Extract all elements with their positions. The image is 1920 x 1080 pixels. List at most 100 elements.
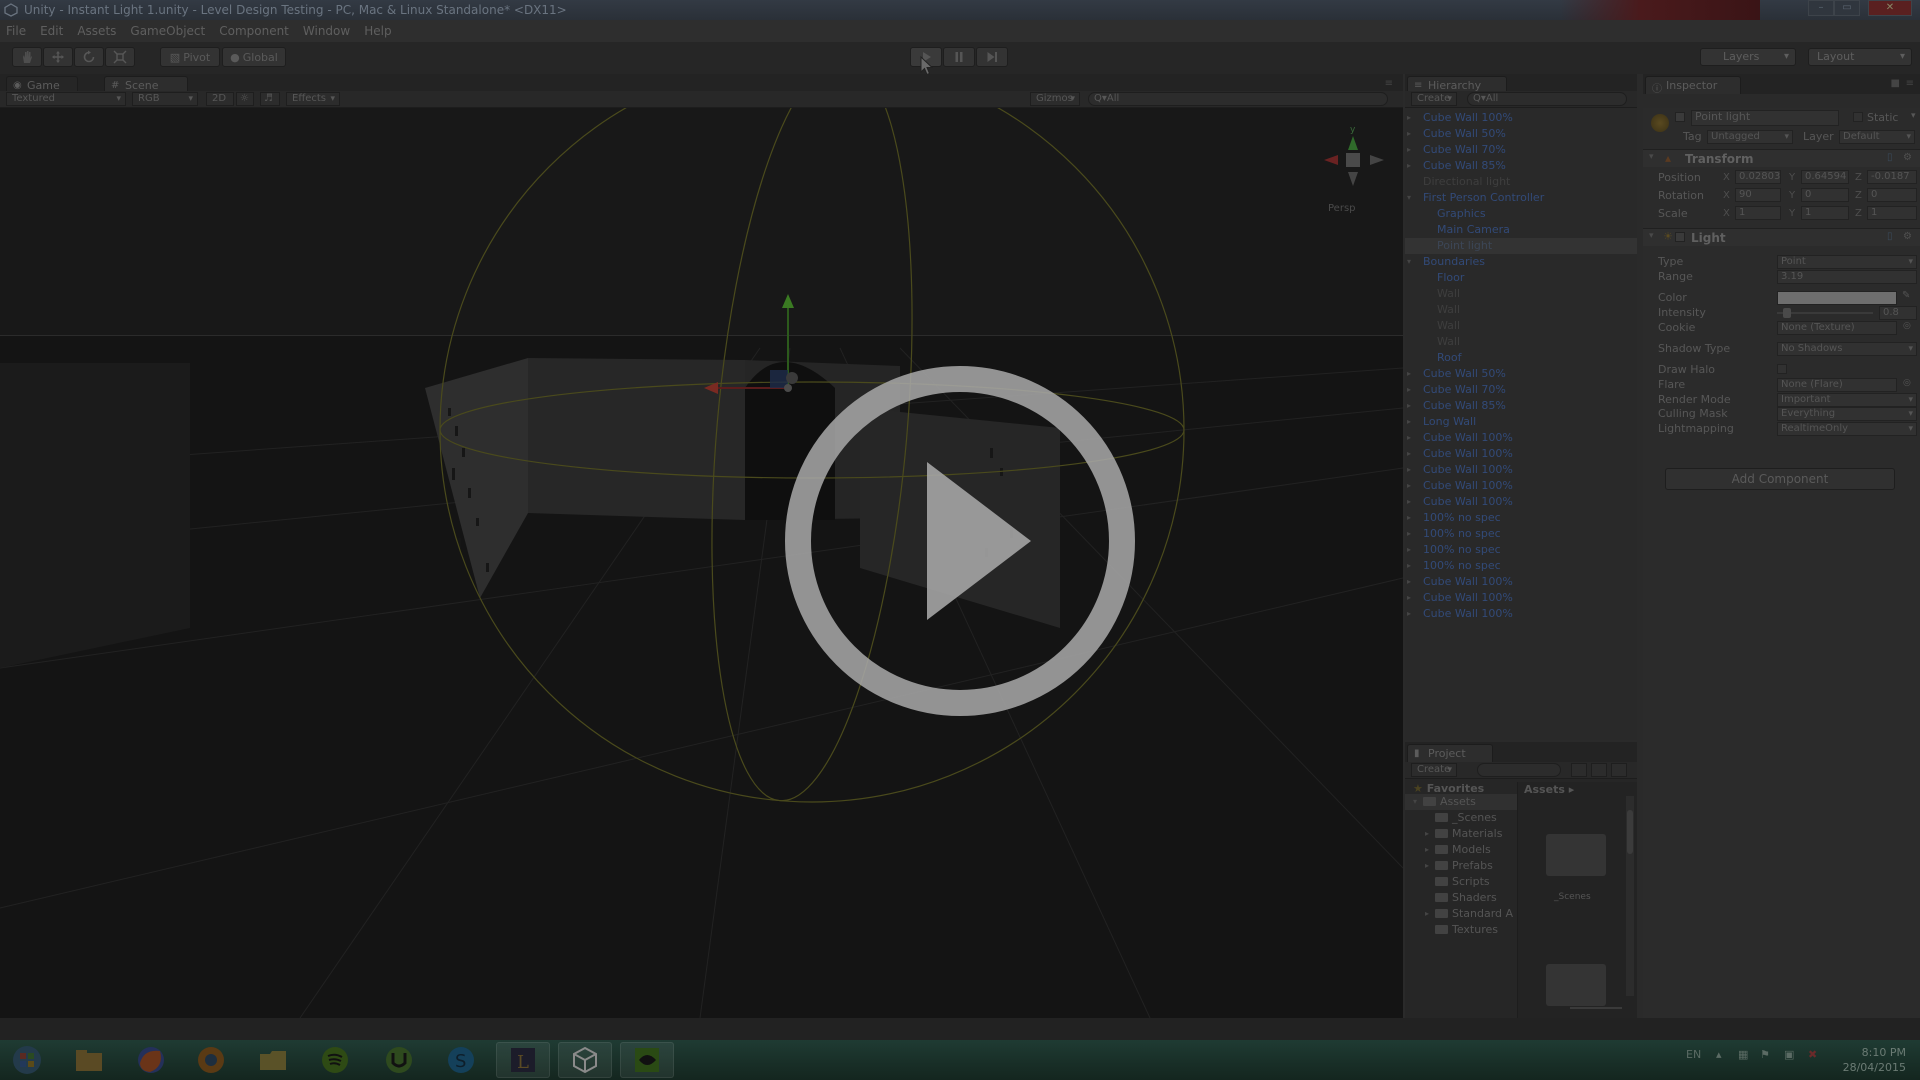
taskbar-nvidia[interactable] [620,1042,674,1078]
hierarchy-item[interactable]: ▸ Cube Wall 85% [1405,398,1637,414]
taskbar-explorer[interactable] [62,1042,116,1078]
scene-lighting-toggle[interactable]: ☼ [236,92,254,106]
hierarchy-item[interactable]: Wall [1405,286,1637,302]
start-button[interactable] [2,1042,52,1078]
hierarchy-item[interactable]: ▸ Cube Wall 100% [1405,446,1637,462]
hierarchy-create-dropdown[interactable]: Create [1411,92,1457,106]
collapsed-arrow-icon[interactable]: ▸ [1407,126,1411,142]
collapsed-arrow-icon[interactable]: ▸ [1407,382,1411,398]
hierarchy-item[interactable]: ▸ Cube Wall 100% [1405,430,1637,446]
project-create-dropdown[interactable]: Create [1411,763,1457,777]
search-by-type-button[interactable] [1571,763,1587,777]
hierarchy-item[interactable]: ▸ 100% no spec [1405,510,1637,526]
rotate-tool-button[interactable] [74,47,104,67]
hierarchy-item[interactable]: ▸ 100% no spec [1405,526,1637,542]
shading-mode-dropdown[interactable]: Textured [6,92,126,106]
layers-dropdown[interactable]: Layers [1700,48,1796,66]
taskbar-utorrent[interactable] [372,1042,426,1078]
project-folder-item[interactable]: ▸ Models [1405,842,1517,858]
collapsed-arrow-icon[interactable]: ▸ [1407,414,1411,430]
component-settings-gear-icon[interactable]: ⚙ [1903,231,1912,242]
intensity-value-field[interactable]: 0.8 [1879,306,1917,320]
eyedropper-icon[interactable]: ✎ [1902,290,1910,301]
hierarchy-item[interactable]: Point light [1405,238,1637,254]
collapsed-arrow-icon[interactable]: ▸ [1407,158,1411,174]
collapsed-arrow-icon[interactable]: ▸ [1407,606,1411,622]
folder-thumbnail[interactable] [1546,964,1606,1006]
light-render-mode-dropdown[interactable]: Important [1777,393,1917,407]
light-color-swatch[interactable] [1777,291,1897,305]
hierarchy-item[interactable]: Wall [1405,318,1637,334]
collapsed-arrow-icon[interactable]: ▸ [1407,510,1411,526]
effects-dropdown[interactable]: Effects [286,92,340,106]
project-search-input[interactable] [1477,763,1561,777]
scale-z-field[interactable]: 1 [1867,206,1917,220]
intensity-slider-thumb[interactable] [1782,308,1791,318]
taskbar-league-of-legends[interactable]: L [496,1042,550,1078]
expanded-arrow-icon[interactable]: ▾ [1413,794,1417,810]
hierarchy-item[interactable]: ▸ Cube Wall 100% [1405,574,1637,590]
maximize-button[interactable]: ▭ [1834,0,1860,16]
taskbar-spotify[interactable] [308,1042,362,1078]
light-type-dropdown[interactable]: Point [1777,255,1917,269]
collapsed-arrow-icon[interactable]: ▸ [1407,478,1411,494]
scene-audio-toggle[interactable]: ♬ [260,92,280,106]
project-folder-item[interactable]: Shaders [1405,890,1517,906]
hierarchy-item[interactable]: ▸ Cube Wall 100% [1405,478,1637,494]
layer-dropdown[interactable]: Default [1839,130,1915,144]
video-play-overlay-icon[interactable] [785,366,1135,716]
light-enabled-checkbox[interactable] [1675,232,1685,242]
hierarchy-item[interactable]: ▸ Cube Wall 100% [1405,590,1637,606]
move-tool-button[interactable] [43,47,73,67]
help-book-icon[interactable]: ▯ [1887,231,1893,242]
hierarchy-item[interactable]: ▸ Cube Wall 50% [1405,366,1637,382]
help-book-icon[interactable]: ▯ [1887,152,1893,163]
static-dropdown-icon[interactable]: ▾ [1911,111,1916,121]
project-scrollbar-thumb[interactable] [1627,810,1633,854]
collapsed-arrow-icon[interactable]: ▸ [1407,446,1411,462]
hierarchy-item[interactable]: Floor [1405,270,1637,286]
gizmos-dropdown[interactable]: Gizmos [1030,92,1080,106]
tab-inspector[interactable]: ⓘ Inspector [1645,76,1741,95]
hierarchy-item[interactable]: Directional light [1405,174,1637,190]
collapsed-arrow-icon[interactable]: ▸ [1425,906,1429,922]
taskbar-skype[interactable]: S [434,1042,488,1078]
expanded-arrow-icon[interactable]: ▾ [1407,190,1411,206]
collapsed-arrow-icon[interactable]: ▸ [1407,398,1411,414]
project-scrollbar[interactable] [1626,796,1634,996]
project-folder-item[interactable]: Textures [1405,922,1517,938]
collapsed-arrow-icon[interactable]: ▸ [1407,494,1411,510]
project-folder-item[interactable]: ▾ Assets [1405,794,1517,810]
hierarchy-item[interactable]: Wall [1405,302,1637,318]
pivot-toggle[interactable]: ▧ Pivot [160,47,220,67]
project-folder-item[interactable]: ▸ Materials [1405,826,1517,842]
light-cookie-field[interactable]: None (Texture) [1777,321,1897,335]
transform-component-header[interactable]: ▾ ▴ Transform ▯ ⚙ [1643,149,1920,167]
light-culling-mask-dropdown[interactable]: Everything [1777,407,1917,421]
step-button[interactable] [976,47,1008,67]
collapsed-arrow-icon[interactable]: ▸ [1407,526,1411,542]
collapsed-arrow-icon[interactable]: ▸ [1407,366,1411,382]
network-icon[interactable]: ▣ [1784,1048,1794,1061]
collapsed-arrow-icon[interactable]: ▸ [1425,842,1429,858]
hierarchy-item[interactable]: Roof [1405,350,1637,366]
hierarchy-item[interactable]: Graphics [1405,206,1637,222]
hierarchy-item[interactable]: ▸ Cube Wall 85% [1405,158,1637,174]
project-folder-item[interactable]: _Scenes [1405,810,1517,826]
add-component-button[interactable]: Add Component [1665,468,1895,490]
hierarchy-item[interactable]: ▸ Long Wall [1405,414,1637,430]
hierarchy-item[interactable]: ▸ Cube Wall 100% [1405,606,1637,622]
language-indicator[interactable]: EN [1686,1048,1701,1061]
collapsed-arrow-icon[interactable]: ▸ [1407,462,1411,478]
object-name-field[interactable]: Point light [1691,110,1839,126]
scenes-folder-thumbnail[interactable] [1546,834,1606,876]
hierarchy-item[interactable]: ▾ First Person Controller [1405,190,1637,206]
tag-dropdown[interactable]: Untagged [1707,130,1793,144]
intensity-slider-track[interactable] [1777,308,1873,318]
hierarchy-item[interactable]: Wall [1405,334,1637,350]
hierarchy-item[interactable]: ▸ 100% no spec [1405,558,1637,574]
scale-tool-button[interactable] [105,47,135,67]
hierarchy-item[interactable]: ▸ Cube Wall 70% [1405,142,1637,158]
draw-halo-checkbox[interactable] [1777,364,1787,374]
position-x-field[interactable]: 0.02803 [1735,170,1781,184]
